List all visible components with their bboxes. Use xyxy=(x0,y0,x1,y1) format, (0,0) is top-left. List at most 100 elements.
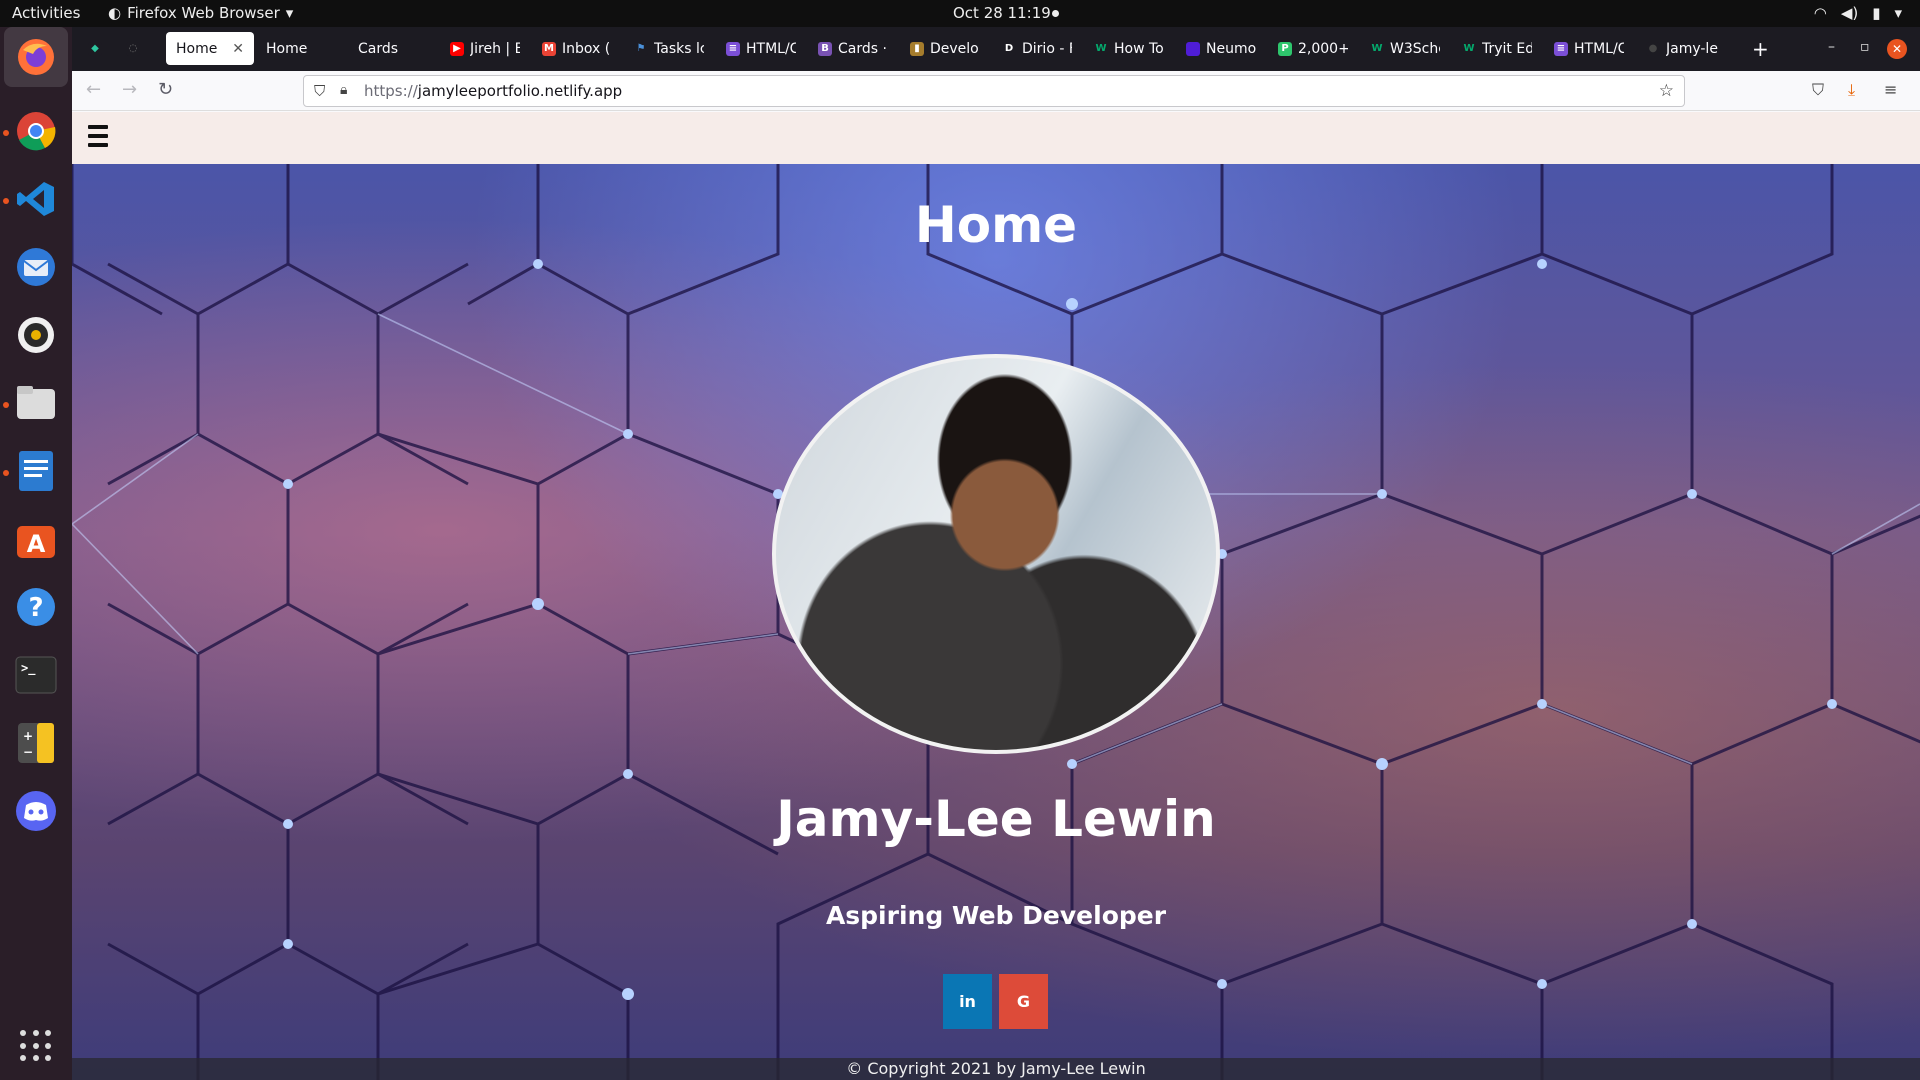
tab-how-to[interactable]: W How To xyxy=(1084,32,1174,65)
app-menu[interactable]: ◐ Firefox Web Browser ▾ xyxy=(108,4,293,22)
tab-home-active[interactable]: Home ✕ xyxy=(166,32,254,65)
dock-thunderbird-icon[interactable] xyxy=(12,243,60,291)
restore-button[interactable]: ▫ xyxy=(1860,39,1870,55)
running-indicator-icon xyxy=(3,198,9,204)
firefox-window: ◆ ◌ Home ✕ Home Cards ▶ Jireh | E M Inbo… xyxy=(72,27,1920,1080)
chevron-down-icon: ▾ xyxy=(285,4,294,22)
dock-discord-icon[interactable] xyxy=(12,787,60,835)
tab-bootstrap-cards[interactable]: B Cards · xyxy=(808,32,898,65)
url-bar[interactable]: ⛉ 🔒︎ https://jamyleeportfolio.netlify.ap… xyxy=(303,75,1685,107)
downloads-icon[interactable]: ⤓ xyxy=(1848,80,1855,100)
reload-button[interactable]: ↻ xyxy=(158,79,173,100)
tab-label: Inbox ( xyxy=(562,40,611,57)
github-icon: ● xyxy=(1646,41,1660,56)
tab-develop[interactable]: ▮ Develo xyxy=(900,32,990,65)
minimize-button[interactable]: – xyxy=(1828,39,1835,55)
w3-icon: W xyxy=(1370,41,1384,56)
url-text[interactable]: https://jamyleeportfolio.netlify.app xyxy=(364,82,622,100)
tab-label: HTML/C xyxy=(746,40,796,57)
window-close-button[interactable]: ✕ xyxy=(1887,39,1907,59)
running-indicator-icon xyxy=(3,402,9,408)
list-icon: ≡ xyxy=(1554,41,1568,56)
back-button[interactable]: ← xyxy=(86,79,101,100)
youtube-icon: ▶ xyxy=(450,41,464,56)
refresh-loading-icon: ◌ xyxy=(126,41,140,56)
dock-software-icon[interactable]: A xyxy=(12,515,60,563)
tab-pixabay[interactable]: P 2,000+ xyxy=(1268,32,1358,65)
tab-label: Dirio - F xyxy=(1022,40,1072,57)
menu-icon[interactable]: ≡ xyxy=(1884,80,1897,99)
linkedin-icon: in xyxy=(959,992,976,1011)
social-links: in G xyxy=(943,974,1048,1029)
dock-terminal-icon[interactable]: >_ xyxy=(12,651,60,699)
w3-icon: W xyxy=(1094,41,1108,56)
tab-w3schools[interactable]: W W3Schc xyxy=(1360,32,1450,65)
svg-text:>_: >_ xyxy=(21,661,36,676)
dock-files-icon[interactable] xyxy=(12,379,60,427)
forward-button[interactable]: → xyxy=(122,79,137,100)
web-content: Home Jamy-Lee Lewin Aspiring Web Develop… xyxy=(72,112,1920,1080)
tab-strip: ◆ ◌ Home ✕ Home Cards ▶ Jireh | E M Inbo… xyxy=(72,27,1920,71)
shield-icon[interactable]: ⛉ xyxy=(314,82,325,100)
tab-label: Home xyxy=(266,40,308,57)
close-icon[interactable]: ✕ xyxy=(232,41,244,57)
tab-youtube[interactable]: ▶ Jireh | E xyxy=(440,32,530,65)
dock-calculator-icon[interactable]: + − xyxy=(12,719,60,767)
clock[interactable]: Oct 28 11:19 xyxy=(953,4,1051,22)
w3-icon: W xyxy=(1462,41,1476,56)
pinned-tab-loading[interactable]: ◌ xyxy=(116,32,152,65)
tab-label: Jireh | E xyxy=(470,40,520,57)
tab-label: Home xyxy=(176,40,218,57)
tab-label: Develo xyxy=(930,40,979,57)
tab-gmail[interactable]: M Inbox ( xyxy=(532,32,622,65)
dirio-icon: D xyxy=(1002,41,1016,56)
hero-section: Home Jamy-Lee Lewin Aspiring Web Develop… xyxy=(72,164,1920,1080)
gmail-icon: M xyxy=(542,41,556,56)
tab-github[interactable]: ● Jamy-le xyxy=(1636,32,1732,65)
tab-label: W3Schc xyxy=(1390,40,1440,57)
google-icon: G xyxy=(1016,992,1031,1011)
tab-label: Tryit Ed xyxy=(1482,40,1532,57)
tab-dirio[interactable]: D Dirio - F xyxy=(992,32,1082,65)
activities-button[interactable]: Activities xyxy=(12,4,80,22)
tab-tasks[interactable]: ⚑ Tasks lc xyxy=(624,32,714,65)
dock-writer-icon[interactable] xyxy=(12,447,60,495)
bookmark-star-icon[interactable]: ☆ xyxy=(1659,81,1674,101)
profile-name: Jamy-Lee Lewin xyxy=(776,790,1216,848)
tab-tryit[interactable]: W Tryit Ed xyxy=(1452,32,1542,65)
svg-text:+: + xyxy=(23,729,33,743)
hero-title: Home xyxy=(914,196,1078,254)
dock: A ? >_ + − xyxy=(0,27,72,1080)
running-indicator-icon xyxy=(3,470,9,476)
dock-vscode-icon[interactable] xyxy=(12,175,60,223)
tab-html-1[interactable]: ≡ HTML/C xyxy=(716,32,806,65)
lock-icon[interactable]: 🔒︎ xyxy=(340,82,347,98)
show-applications-icon[interactable] xyxy=(20,1030,52,1062)
svg-text:?: ? xyxy=(28,593,43,623)
new-tab-button[interactable]: + xyxy=(1752,37,1769,61)
tab-cards[interactable]: Cards xyxy=(348,32,438,65)
pocket-icon[interactable]: ⛉ xyxy=(1812,80,1824,100)
hamburger-menu-icon[interactable] xyxy=(88,125,108,147)
system-tray[interactable]: ◠ ◀) ▮ ▾ xyxy=(1814,4,1902,22)
tab-html-2[interactable]: ≡ HTML/C xyxy=(1544,32,1634,65)
chevron-down-icon: ▾ xyxy=(1894,4,1902,22)
battery-icon: ▮ xyxy=(1872,4,1881,22)
tab-home[interactable]: Home xyxy=(256,32,346,65)
site-footer: © Copyright 2021 by Jamy-Lee Lewin xyxy=(72,1058,1920,1080)
dock-rhythmbox-icon[interactable] xyxy=(12,311,60,359)
linkedin-button[interactable]: in xyxy=(943,974,992,1029)
medium-icon: ▮ xyxy=(910,41,924,56)
tab-neumorphism[interactable]: Neumo xyxy=(1176,32,1266,65)
pinned-app-icon: ◆ xyxy=(88,41,102,56)
volume-icon: ◀) xyxy=(1840,4,1859,22)
dock-firefox-icon[interactable] xyxy=(4,27,68,87)
profile-tagline: Aspiring Web Developer xyxy=(825,901,1167,930)
wifi-icon: ◠ xyxy=(1813,4,1827,22)
system-top-bar: Activities ◐ Firefox Web Browser ▾ Oct 2… xyxy=(0,0,1920,27)
dock-help-icon[interactable]: ? xyxy=(12,583,60,631)
dock-chrome-icon[interactable] xyxy=(12,107,60,155)
google-button[interactable]: G xyxy=(999,974,1048,1029)
pinned-tab[interactable]: ◆ xyxy=(78,32,114,65)
svg-text:A: A xyxy=(27,530,46,558)
